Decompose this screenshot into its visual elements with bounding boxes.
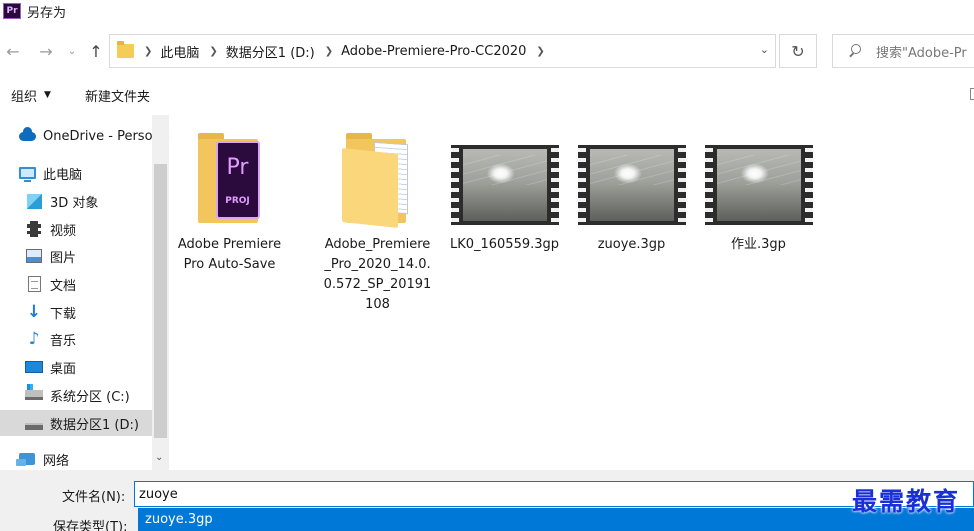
3d-objects-icon <box>25 193 43 209</box>
nav-item-pictures[interactable]: 图片 <box>0 243 152 269</box>
filetype-label: 保存类型(T): <box>53 520 128 531</box>
search-placeholder: 搜索"Adobe-Pr <box>876 45 967 61</box>
file-name: zuoye.3gp <box>597 237 666 252</box>
onedrive-icon <box>18 126 36 144</box>
up-arrow-icon[interactable]: ↑ <box>86 39 106 63</box>
window-title: 另存为 <box>27 5 67 21</box>
filename-input[interactable] <box>134 481 974 507</box>
nav-item-this-pc[interactable]: 此电脑 <box>0 160 152 186</box>
premiere-app-icon: Pr <box>3 3 21 19</box>
nav-item-label: 文档 <box>50 278 77 294</box>
nav-item-3d-objects[interactable]: 3D 对象 <box>0 188 152 214</box>
nav-item-drive-c[interactable]: 系统分区 (C:) <box>0 382 152 408</box>
filename-label: 文件名(N): <box>62 490 126 505</box>
watermark-logo: 最需教育 <box>852 487 961 516</box>
nav-item-label: 图片 <box>50 250 77 266</box>
nav-item-label: 音乐 <box>50 333 77 349</box>
nav-item-label: 3D 对象 <box>50 195 99 211</box>
nav-item-desktop[interactable]: 桌面 <box>0 354 152 380</box>
nav-item-label: 桌面 <box>50 361 77 377</box>
caret-down-icon: ▼ <box>44 90 51 100</box>
file-name: 作业.3gp <box>731 237 786 252</box>
breadcrumb-current-folder[interactable]: Adobe-Premiere-Pro-CC2020 <box>341 44 526 59</box>
nav-scrollbar[interactable]: ⌄ <box>152 115 169 470</box>
recent-locations-chevron-icon[interactable]: ⌄ <box>66 39 78 63</box>
nav-item-drive-d[interactable]: 数据分区1 (D:) <box>0 410 152 436</box>
desktop-icon <box>25 359 43 375</box>
downloads-icon: ↓ <box>26 301 42 322</box>
nav-item-label: 数据分区1 (D:) <box>50 417 139 433</box>
nav-item-videos[interactable]: 视频 <box>0 216 152 242</box>
forward-arrow-icon[interactable]: → <box>36 39 56 63</box>
file-item[interactable]: LK0_160559.3gp <box>447 133 562 255</box>
nav-item-label: 视频 <box>50 223 77 239</box>
refresh-icon: ↻ <box>791 41 805 61</box>
title-bar: Pr 另存为 <box>0 0 974 22</box>
premiere-badge-bottom: PROJ <box>225 196 250 206</box>
new-folder-button[interactable]: 新建文件夹 <box>85 86 150 105</box>
file-name: Adobe_Premiere_Pro_2020_14.0.0.572_SP_20… <box>323 237 432 312</box>
premiere-badge-top: Pr <box>226 155 249 180</box>
folder-icon <box>336 133 420 228</box>
address-dropdown-icon[interactable]: ⌄ <box>760 43 769 56</box>
network-icon <box>16 451 36 467</box>
nav-item-label: 系统分区 (C:) <box>50 389 130 405</box>
nav-item-network[interactable]: 网络 <box>0 446 152 470</box>
organize-label: 组织 <box>11 89 38 105</box>
autocomplete-suggestion[interactable]: zuoye.3gp <box>138 508 974 531</box>
folder-icon <box>117 41 134 58</box>
pictures-icon <box>25 248 43 264</box>
nav-item-label: 此电脑 <box>43 167 83 183</box>
file-name: LK0_160559.3gp <box>449 237 560 252</box>
nav-item-documents[interactable]: 文档 <box>0 271 152 297</box>
refresh-button[interactable]: ↻ <box>779 34 817 68</box>
nav-item-label: OneDrive - Personal <box>43 128 170 144</box>
address-row: ← → ⌄ ↑ ❯ 此电脑 ❯ 数据分区1 (D:) ❯ Adobe-Premi… <box>0 33 974 69</box>
file-item[interactable]: 作业.3gp <box>701 133 816 255</box>
nav-item-downloads[interactable]: ↓ 下载 <box>0 299 152 325</box>
video-thumbnail <box>704 145 813 225</box>
breadcrumb-chevron-icon[interactable]: ❯ <box>209 46 217 57</box>
breadcrumb-chevron-icon[interactable]: ❯ <box>325 46 333 57</box>
file-item[interactable]: zuoye.3gp <box>574 133 689 255</box>
videos-icon <box>25 221 43 237</box>
this-pc-icon <box>18 165 36 182</box>
documents-icon <box>25 276 43 292</box>
nav-item-music[interactable]: ♪ 音乐 <box>0 326 152 352</box>
file-list: Pr PROJ Adobe Premiere Pro Auto-Save Ado… <box>172 115 974 470</box>
nav-item-label: 网络 <box>43 453 70 469</box>
breadcrumb-drive-d[interactable]: 数据分区1 (D:) <box>226 42 315 61</box>
breadcrumb-chevron-icon[interactable]: ❯ <box>536 46 544 57</box>
search-box[interactable]: 搜索"Adobe-Pr <box>832 34 974 68</box>
file-name: Adobe Premiere Pro Auto-Save <box>177 237 282 272</box>
file-item[interactable]: Pr PROJ Adobe Premiere Pro Auto-Save <box>172 133 287 275</box>
search-icon <box>848 44 862 58</box>
back-arrow-icon[interactable]: ← <box>3 39 23 63</box>
music-icon: ♪ <box>28 328 40 349</box>
video-thumbnail <box>450 145 559 225</box>
command-bar: 组织 ▼ 新建文件夹 <box>0 80 974 110</box>
premiere-folder-icon: Pr PROJ <box>188 133 272 225</box>
nav-item-onedrive[interactable]: OneDrive - Personal <box>0 123 170 149</box>
nav-item-label: 下载 <box>50 306 77 322</box>
address-bar[interactable]: ❯ 此电脑 ❯ 数据分区1 (D:) ❯ Adobe-Premiere-Pro-… <box>109 34 776 68</box>
video-thumbnail <box>577 145 686 225</box>
breadcrumb-chevron-icon[interactable]: ❯ <box>144 46 152 57</box>
nav-scrollbar-thumb[interactable] <box>154 164 167 438</box>
drive-c-icon <box>25 384 43 403</box>
breadcrumb-this-pc[interactable]: 此电脑 <box>160 42 199 61</box>
file-item[interactable]: Adobe_Premiere_Pro_2020_14.0.0.572_SP_20… <box>320 133 435 315</box>
drive-d-icon <box>25 415 43 431</box>
organize-button[interactable]: 组织 ▼ <box>11 86 51 105</box>
view-options-icon[interactable] <box>970 88 974 100</box>
navigation-pane: OneDrive - Personal 此电脑 3D 对象 视频 图片 文档 ↓… <box>0 115 170 470</box>
save-panel: 文件名(N): 保存类型(T): zuoye.3gp <box>0 470 974 531</box>
scroll-down-chevron-icon[interactable]: ⌄ <box>155 452 163 463</box>
premiere-project-icon: Pr PROJ <box>215 141 260 219</box>
